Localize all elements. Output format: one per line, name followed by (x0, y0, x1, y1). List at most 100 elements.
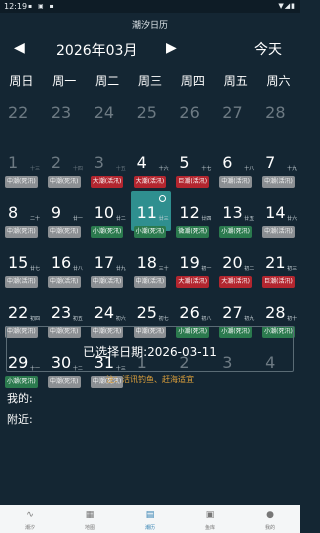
prev-month-icon[interactable]: ◀ (14, 40, 25, 56)
lunar-date: 廿三 (158, 216, 169, 222)
tab-map[interactable]: ▦ 地图 (60, 505, 120, 533)
tab-calendar[interactable]: ▤ 潮历 (120, 505, 180, 533)
lunar-date: 初十 (287, 316, 298, 322)
tide-badge: 中潮(活汛) (90, 276, 124, 288)
day-cell[interactable]: 8 二十 中潮(死汛) (0, 190, 43, 240)
day-number: 25 (136, 303, 157, 322)
day-cell[interactable]: 21 初三 巨潮(活汛) (257, 240, 300, 290)
day-cell[interactable]: 2 十四 中潮(死汛) (43, 140, 86, 190)
tab-label: 我的 (264, 525, 275, 531)
lunar-date: 廿二 (115, 216, 126, 222)
day-cell-selected[interactable]: 11 廿三小潮(死汛) (129, 190, 172, 240)
tide-badge: 中潮(活汛) (262, 226, 295, 238)
tide-badge: 中潮(死汛) (47, 176, 81, 188)
lunar-date: 十三 (30, 166, 41, 172)
lunar-date: 三十 (158, 266, 169, 272)
day-number: 28 (265, 103, 286, 122)
lunar-date: 二十 (30, 216, 41, 222)
day-number: 26 (179, 303, 200, 322)
day-cell[interactable]: 6 十八中潮(活汛) (214, 140, 257, 190)
day-number: 17 (93, 253, 115, 272)
lunar-date: 十六 (158, 166, 169, 172)
day-cell[interactable]: 9 廿一 中潮(死汛) (43, 190, 86, 240)
day-cell[interactable]: 17 廿九 中潮(活汛) (86, 240, 129, 290)
lunar-date: 初九 (244, 316, 255, 322)
tide-badge: 大潮(活汛) (176, 276, 210, 288)
tide-badge: 中潮(活汛) (47, 276, 81, 288)
day-cell[interactable]: 28 (257, 90, 300, 140)
lunar-date: 十五 (115, 166, 126, 172)
mine-label: 我的: (7, 392, 33, 405)
day-cell[interactable]: 26 (171, 90, 214, 140)
wave-icon: ∿ (26, 510, 34, 520)
day-number: 14 (265, 203, 286, 222)
day-number: 5 (179, 153, 190, 172)
lunar-date: 初二 (244, 266, 255, 272)
day-number: 20 (222, 253, 243, 272)
day-number: 9 (50, 203, 62, 222)
day-number: 11 (136, 203, 157, 222)
tide-badge: 巨潮(活汛) (176, 176, 210, 188)
lunar-date: 廿八 (72, 266, 83, 272)
day-cell[interactable]: 7 十九 中潮(活汛) (257, 140, 300, 190)
map-icon: ▦ (85, 510, 95, 520)
day-cell[interactable]: 5 十七巨潮(活汛) (171, 140, 214, 190)
day-cell[interactable]: 1 十三 中潮(死汛) (0, 140, 43, 190)
tab-fish[interactable]: ▣ 鱼库 (180, 505, 240, 533)
signal-battery-icons: ▼◢▮ (278, 2, 296, 10)
nearby-label: 附近: (7, 413, 33, 426)
lunar-date: 廿四 (201, 216, 212, 222)
tide-note: 注：活讯钓鱼、赶海适宜 (106, 375, 194, 384)
tab-label: 地图 (84, 525, 95, 531)
tab-tide[interactable]: ∿ 潮汐 (0, 505, 60, 533)
day-cell[interactable]: 23 (43, 90, 86, 140)
day-number: 8 (8, 203, 19, 222)
tide-badge: 大潮(活汛) (90, 176, 124, 188)
day-number: 4 (136, 153, 147, 172)
moon-icon (158, 195, 166, 202)
day-number: 10 (93, 203, 115, 222)
day-cell[interactable]: 12 廿四 微潮(死汛) (171, 190, 214, 240)
tide-badge: 中潮(活汛) (219, 176, 252, 188)
day-cell[interactable]: 13 廿五 小潮(死汛) (214, 190, 257, 240)
day-cell[interactable]: 18 三十 中潮(活汛) (129, 240, 172, 290)
day-number: 27 (222, 303, 243, 322)
lunar-date: 十八 (244, 166, 255, 172)
day-number: 23 (50, 103, 72, 122)
tab-mine[interactable]: ● 我的 (240, 505, 300, 533)
tide-badge: 小潮(死汛) (90, 226, 124, 238)
day-cell[interactable]: 4 十六 大潮(活汛) (129, 140, 172, 190)
weekday-label: 周六 (266, 74, 291, 88)
tide-badge: 中潮(死汛) (47, 226, 81, 238)
day-cell[interactable]: 24 (86, 90, 129, 140)
day-number: 28 (265, 303, 286, 322)
notification-icons: ▪ ▣ ▪ (28, 3, 56, 10)
fish-library-icon: ▣ (205, 510, 215, 520)
lunar-date: 十七 (201, 166, 212, 172)
day-cell[interactable]: 3 十五 大潮(活汛) (86, 140, 129, 190)
day-number: 7 (265, 153, 276, 172)
day-cell[interactable]: 20 初二 大潮(活汛) (214, 240, 257, 290)
day-number: 22 (8, 103, 29, 122)
calendar-icon: ▤ (145, 510, 155, 520)
day-cell[interactable]: 25 (129, 90, 172, 140)
tide-badge: 小潮(死汛) (133, 226, 167, 238)
day-number: 23 (50, 303, 72, 322)
day-cell[interactable]: 22 (0, 90, 43, 140)
weekday-label: 周二 (95, 74, 120, 88)
day-cell[interactable]: 27 (214, 90, 257, 140)
next-month-icon[interactable]: ▶ (166, 40, 177, 56)
day-cell[interactable]: 10 廿二小潮(死汛) (86, 190, 129, 240)
tide-badge: 微潮(死汛) (176, 226, 210, 238)
day-number: 6 (222, 153, 233, 172)
day-cell[interactable]: 15 廿七 中潮(活汛) (0, 240, 43, 290)
selected-date-text: 已选择日期:2026-03-11 (83, 345, 217, 359)
lunar-date: 廿六 (287, 216, 298, 222)
day-cell[interactable]: 19 初一 大潮(活汛) (171, 240, 214, 290)
tide-badge: 小潮(死汛) (219, 226, 252, 238)
day-cell[interactable]: 14 廿六中潮(活汛) (257, 190, 300, 240)
day-cell[interactable]: 16 廿八 中潮(活汛) (43, 240, 86, 290)
today-button[interactable]: 今天 (254, 39, 282, 59)
lunar-date: 十九 (287, 166, 298, 172)
lunar-date: 初一 (201, 266, 212, 272)
